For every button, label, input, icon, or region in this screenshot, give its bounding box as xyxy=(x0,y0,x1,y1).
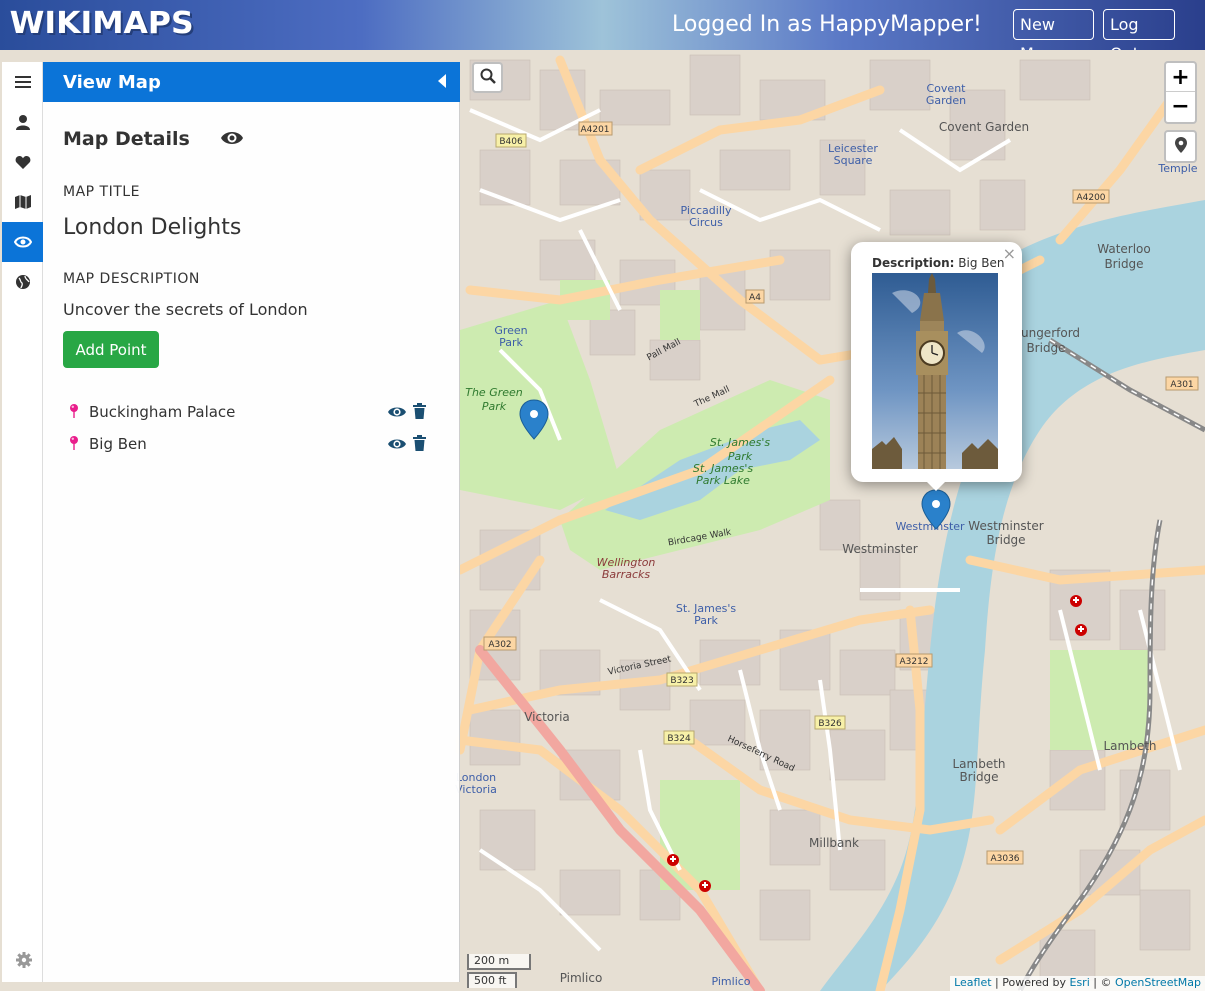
popup-description-label: Description: xyxy=(872,256,955,270)
zoom-in-button[interactable]: + xyxy=(1166,63,1195,92)
label-millbank: Millbank xyxy=(809,836,859,850)
label-hungerford-1: Hungerford xyxy=(1012,326,1080,340)
menu-icon[interactable] xyxy=(2,62,43,102)
label-the-green-park-2: Park xyxy=(482,400,507,413)
scale-metric: 200 m xyxy=(467,954,531,970)
label-leicester-square-2: Square xyxy=(834,154,873,167)
delete-point-icon[interactable] xyxy=(413,435,426,455)
label-lambeth-bridge-2: Bridge xyxy=(959,770,998,784)
svg-text:A4200: A4200 xyxy=(1076,193,1105,203)
pin-icon xyxy=(69,403,79,423)
osm-link[interactable]: OpenStreetMap xyxy=(1115,976,1201,989)
label-victoria-area: Victoria xyxy=(524,710,570,724)
zoom-out-button[interactable]: − xyxy=(1166,92,1195,121)
esri-link[interactable]: Esri xyxy=(1070,976,1090,989)
label-pimlico-station: Pimlico xyxy=(711,975,750,988)
svg-text:A302: A302 xyxy=(488,640,511,650)
eye-icon xyxy=(220,129,244,151)
marker-popup: Description: Big Ben × xyxy=(851,242,1022,482)
label-wellington-2: Barracks xyxy=(602,568,650,581)
map-title: London Delights xyxy=(63,215,242,240)
attribution-copy: | © xyxy=(1089,976,1115,989)
view-map-panel: View Map Map Details MAP TITLE London De… xyxy=(43,62,460,982)
panel-header: View Map xyxy=(43,62,460,102)
map-icon[interactable] xyxy=(2,182,43,222)
point-name[interactable]: Big Ben xyxy=(89,435,147,453)
list-item[interactable]: Buckingham Palace xyxy=(63,401,443,425)
zoom-control: + − xyxy=(1164,61,1197,124)
map-attribution: Leaflet | Powered by Esri | © OpenStreet… xyxy=(950,976,1205,991)
label-stjames-station-2: Park xyxy=(694,614,718,627)
label-the-green-park-1: The Green xyxy=(465,386,523,399)
add-point-button[interactable]: Add Point xyxy=(63,331,159,368)
label-hungerford-2: Bridge xyxy=(1026,341,1065,355)
svg-text:B324: B324 xyxy=(667,734,691,744)
map-details-heading: Map Details xyxy=(63,128,190,150)
map-search-button[interactable] xyxy=(472,62,503,93)
label-westminster-bridge-1: Westminster xyxy=(968,519,1043,533)
view-point-icon[interactable] xyxy=(387,436,407,455)
top-navbar: WIKIMAPS Logged In as HappyMapper! New M… xyxy=(0,0,1205,63)
big-ben-photo xyxy=(872,273,998,469)
map-description-label: MAP DESCRIPTION xyxy=(63,271,200,287)
new-map-button[interactable]: New Map xyxy=(1013,9,1094,63)
logout-button[interactable]: Log Out xyxy=(1103,9,1175,63)
label-stjames-lake-2: Park Lake xyxy=(696,474,750,487)
locate-button[interactable] xyxy=(1164,130,1197,163)
label-green-park-station-2: Park xyxy=(499,336,523,349)
label-covent-garden: Covent Garden xyxy=(939,120,1029,134)
popup-description-value: Big Ben xyxy=(958,256,1005,270)
label-lambeth-bridge-1: Lambeth xyxy=(952,757,1005,771)
globe-icon[interactable] xyxy=(2,262,43,302)
svg-text:A4201: A4201 xyxy=(580,125,609,135)
popup-description: Description: Big Ben xyxy=(872,256,1004,270)
map-title-label: MAP TITLE xyxy=(63,184,140,200)
label-london-victoria-2: Victoria xyxy=(455,783,497,796)
popup-tip xyxy=(926,481,946,491)
leaflet-link[interactable]: Leaflet xyxy=(954,976,991,989)
label-piccadilly-2: Circus xyxy=(689,216,723,229)
map-scale: 200 m 500 ft xyxy=(467,954,531,988)
gear-icon[interactable] xyxy=(16,952,32,972)
svg-text:A301: A301 xyxy=(1170,380,1193,390)
svg-text:A3036: A3036 xyxy=(990,854,1019,864)
view-point-icon[interactable] xyxy=(387,404,407,423)
scale-imperial: 500 ft xyxy=(467,972,517,988)
svg-text:A3212: A3212 xyxy=(899,657,928,667)
svg-text:B323: B323 xyxy=(670,676,693,686)
label-waterloo-1: Waterloo xyxy=(1097,242,1151,256)
eye-icon[interactable] xyxy=(2,222,43,262)
label-lambeth: Lambeth xyxy=(1103,739,1156,753)
search-icon xyxy=(480,68,496,88)
svg-text:B406: B406 xyxy=(499,137,523,147)
map-description: Uncover the secrets of London xyxy=(63,300,308,319)
collapse-panel-icon[interactable] xyxy=(438,74,446,88)
label-pimlico: Pimlico xyxy=(560,971,603,985)
delete-point-icon[interactable] xyxy=(413,403,426,423)
label-waterloo-2: Bridge xyxy=(1104,257,1143,271)
logged-in-text: Logged In as HappyMapper! xyxy=(672,12,982,37)
svg-text:A4: A4 xyxy=(749,293,761,303)
label-westminster-area: Westminster xyxy=(842,542,917,556)
panel-title: View Map xyxy=(63,72,161,93)
label-covent-garden-station-2: Garden xyxy=(926,94,966,107)
sidebar-rail xyxy=(2,62,43,982)
label-westminster-bridge-2: Bridge xyxy=(986,533,1025,547)
heart-icon[interactable] xyxy=(2,142,43,182)
point-name[interactable]: Buckingham Palace xyxy=(89,403,235,421)
label-stjames-park-1: St. James's xyxy=(710,436,771,449)
pin-icon xyxy=(69,435,79,455)
svg-text:B326: B326 xyxy=(818,719,842,729)
popup-close-button[interactable]: × xyxy=(1003,244,1016,263)
user-icon[interactable] xyxy=(2,102,43,142)
attribution-powered: | Powered by xyxy=(991,976,1070,989)
list-item[interactable]: Big Ben xyxy=(63,433,443,457)
label-temple: Temple xyxy=(1157,162,1197,175)
map-marker-icon xyxy=(1174,136,1187,157)
wikimaps-logo[interactable]: WIKIMAPS xyxy=(10,6,194,41)
